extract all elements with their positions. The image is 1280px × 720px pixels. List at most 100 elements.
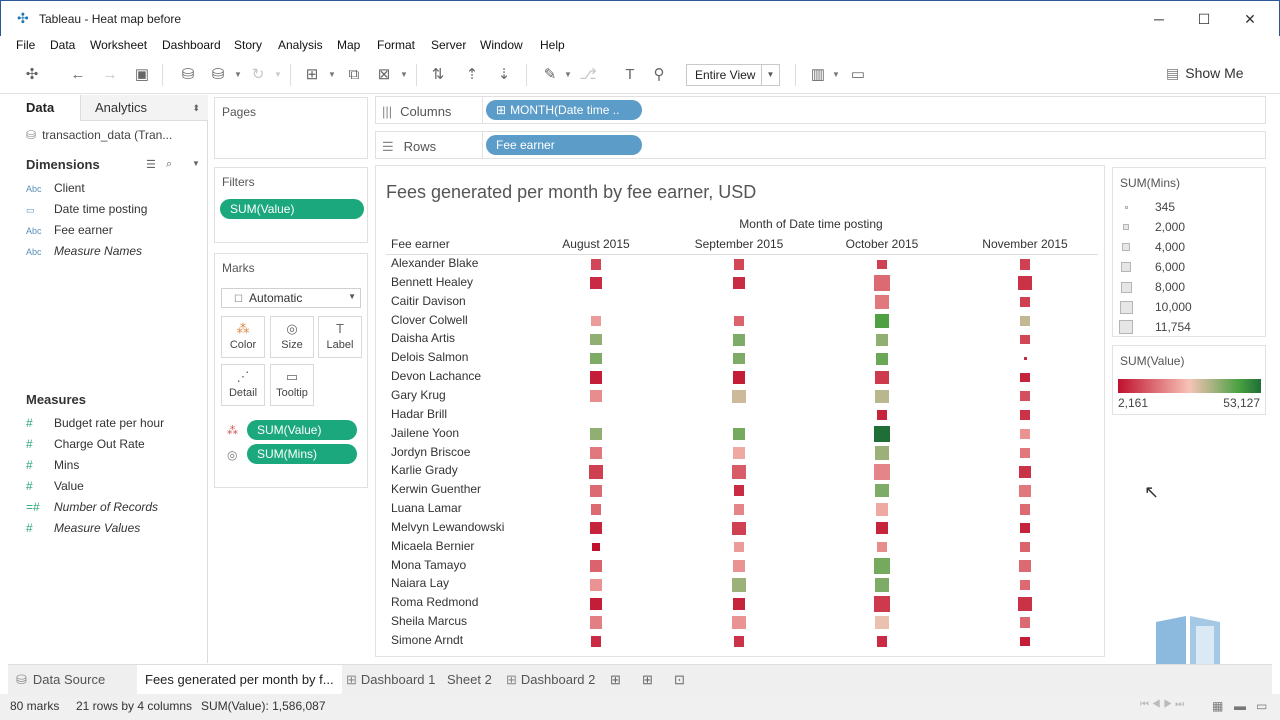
row-label[interactable]: Gary Krug <box>391 388 446 402</box>
size-legend[interactable]: SUM(Mins) 345 2,000 4,000 6,000 8,000 10,000 1… <box>1112 167 1266 337</box>
redo-icon[interactable]: → <box>100 65 120 85</box>
menu-window[interactable]: Window <box>480 38 523 52</box>
menu-format[interactable]: Format <box>377 38 415 52</box>
row-label[interactable]: Karlie Grady <box>391 463 458 477</box>
dimension-field[interactable]: ▭ Date time posting <box>26 202 147 222</box>
heatmap-cell[interactable] <box>732 446 746 459</box>
heatmap-cell[interactable] <box>589 484 603 497</box>
heatmap-cell[interactable] <box>590 334 602 346</box>
heatmap-cell[interactable] <box>732 277 746 290</box>
heatmap-cell[interactable] <box>1019 523 1031 534</box>
heatmap-cell[interactable] <box>1020 542 1030 553</box>
sheet-sorter-view-icon[interactable]: ▦ <box>1212 699 1223 713</box>
heatmap-cell[interactable] <box>732 615 746 630</box>
row-label[interactable]: Clover Colwell <box>391 313 468 327</box>
heatmap-cell[interactable] <box>1020 316 1030 326</box>
columns-shelf[interactable]: ||| Columns ⊞ MONTH(Date time .. <box>375 96 1266 124</box>
show-mark-labels-icon[interactable]: T <box>620 65 640 85</box>
heatmap-cell[interactable] <box>1018 465 1032 478</box>
row-label[interactable]: Bennett Healey <box>391 275 473 289</box>
heatmap-cell[interactable] <box>733 636 745 647</box>
heatmap-cell[interactable] <box>733 541 745 553</box>
heatmap-cell[interactable] <box>875 389 889 404</box>
chevron-down-icon[interactable]: ▼ <box>400 70 408 79</box>
tab-analytics[interactable]: Analytics ⬍ <box>80 95 208 121</box>
heatmap-cell[interactable] <box>876 636 888 647</box>
heatmap-cell[interactable] <box>734 316 744 326</box>
column-header[interactable]: November 2015 <box>955 237 1095 251</box>
row-label[interactable]: Alexander Blake <box>391 256 478 270</box>
menu-analysis[interactable]: Analysis <box>278 38 323 52</box>
row-label[interactable]: Mona Tamayo <box>391 558 466 572</box>
tab-active-sheet[interactable]: Fees generated per month by f... <box>137 665 342 695</box>
rows-pill-fee-earner[interactable]: Fee earner <box>486 135 642 155</box>
columns-pill-month[interactable]: ⊞ MONTH(Date time .. <box>486 100 642 120</box>
heatmap-cell[interactable] <box>732 578 746 592</box>
menu-story[interactable]: Story <box>234 38 262 52</box>
heatmap-cell[interactable] <box>590 504 602 515</box>
measure-field[interactable]: # Budget rate per hour <box>26 416 164 436</box>
row-label[interactable]: Simone Arndt <box>391 633 463 647</box>
show-me-button[interactable]: ▤ Show Me <box>1166 65 1244 82</box>
heatmap-cell[interactable] <box>589 578 603 591</box>
fit-view-select[interactable]: Entire View ▼ <box>686 64 780 86</box>
marks-pill-sum-mins[interactable]: SUM(Mins) <box>247 444 357 464</box>
new-worksheet-icon[interactable]: ⊞ <box>302 65 322 85</box>
color-legend[interactable]: SUM(Value) 2,161 53,127 <box>1112 345 1266 415</box>
heatmap-cell[interactable] <box>875 578 889 592</box>
row-label[interactable]: Delois Salmon <box>391 350 468 364</box>
menu-data[interactable]: Data <box>50 38 75 52</box>
filmstrip-view-icon[interactable]: ▬ <box>1234 699 1246 713</box>
heatmap-cell[interactable] <box>589 522 603 535</box>
row-label[interactable]: Luana Lamar <box>391 501 462 515</box>
size-legend-item[interactable]: 345 <box>1113 198 1263 218</box>
highlight-icon[interactable]: ✎ <box>540 65 560 85</box>
heatmap-cell[interactable] <box>732 559 746 573</box>
fix-axes-icon[interactable]: ⚲ <box>649 65 669 85</box>
size-legend-item[interactable]: 10,000 <box>1113 298 1263 318</box>
heatmap-cell[interactable] <box>876 541 888 553</box>
menu-help[interactable]: Help <box>540 38 565 52</box>
chevron-down-icon[interactable]: ▼ <box>192 159 200 168</box>
label-button[interactable]: T Label <box>318 316 362 358</box>
heatmap-cell[interactable] <box>1019 617 1031 628</box>
measure-field[interactable]: # Value <box>26 479 84 499</box>
tab-data[interactable]: Data <box>8 95 80 121</box>
dimension-field[interactable]: Abc Client <box>26 181 85 201</box>
swap-rows-columns-icon[interactable]: ⇅ <box>428 65 448 85</box>
heatmap-cell[interactable] <box>875 483 889 498</box>
row-label[interactable]: Melvyn Lewandowski <box>391 520 504 534</box>
heatmap-cell[interactable] <box>589 559 603 573</box>
heatmap-cell[interactable] <box>875 522 889 535</box>
heatmap-cell[interactable] <box>1019 504 1031 515</box>
heatmap-cell[interactable] <box>875 446 889 460</box>
heatmap-cell[interactable] <box>1018 596 1032 611</box>
measure-field[interactable]: =# Number of Records <box>26 500 158 520</box>
heatmap-cell[interactable] <box>874 595 890 612</box>
undo-icon[interactable]: ← <box>68 65 88 85</box>
heatmap-cell[interactable] <box>1020 391 1030 402</box>
pages-card[interactable]: Pages <box>214 97 368 159</box>
close-button[interactable]: ✕ <box>1227 5 1273 33</box>
tab-data-source[interactable]: ⛁ Data Source <box>16 665 105 695</box>
datasource-item[interactable]: ⛁ transaction_data (Tran... <box>26 128 172 142</box>
heatmap-cell[interactable] <box>1020 335 1030 345</box>
row-label[interactable]: Caitir Davison <box>391 294 466 308</box>
size-legend-item[interactable]: 11,754 <box>1113 318 1263 338</box>
heatmap-cell[interactable] <box>875 615 889 630</box>
heatmap-cell[interactable] <box>732 389 746 404</box>
heatmap-cell[interactable] <box>1018 484 1032 497</box>
presentation-mode-icon[interactable]: ▭ <box>848 65 868 85</box>
mark-type-select[interactable]: ☐ Automatic ▼ <box>221 288 361 308</box>
heatmap-cell[interactable] <box>732 464 746 479</box>
heatmap-cell[interactable] <box>874 558 890 574</box>
row-label[interactable]: Jailene Yoon <box>391 426 459 440</box>
menu-file[interactable]: File <box>16 38 35 52</box>
heatmap-cell[interactable] <box>1018 559 1032 573</box>
row-label[interactable]: Hadar Brill <box>391 407 447 421</box>
heatmap-cell[interactable] <box>733 485 745 496</box>
heatmap-cell[interactable] <box>876 410 888 421</box>
heatmap-cell[interactable] <box>875 333 889 346</box>
heatmap-cell[interactable] <box>590 315 602 327</box>
size-button[interactable]: ◎ Size <box>270 316 314 358</box>
